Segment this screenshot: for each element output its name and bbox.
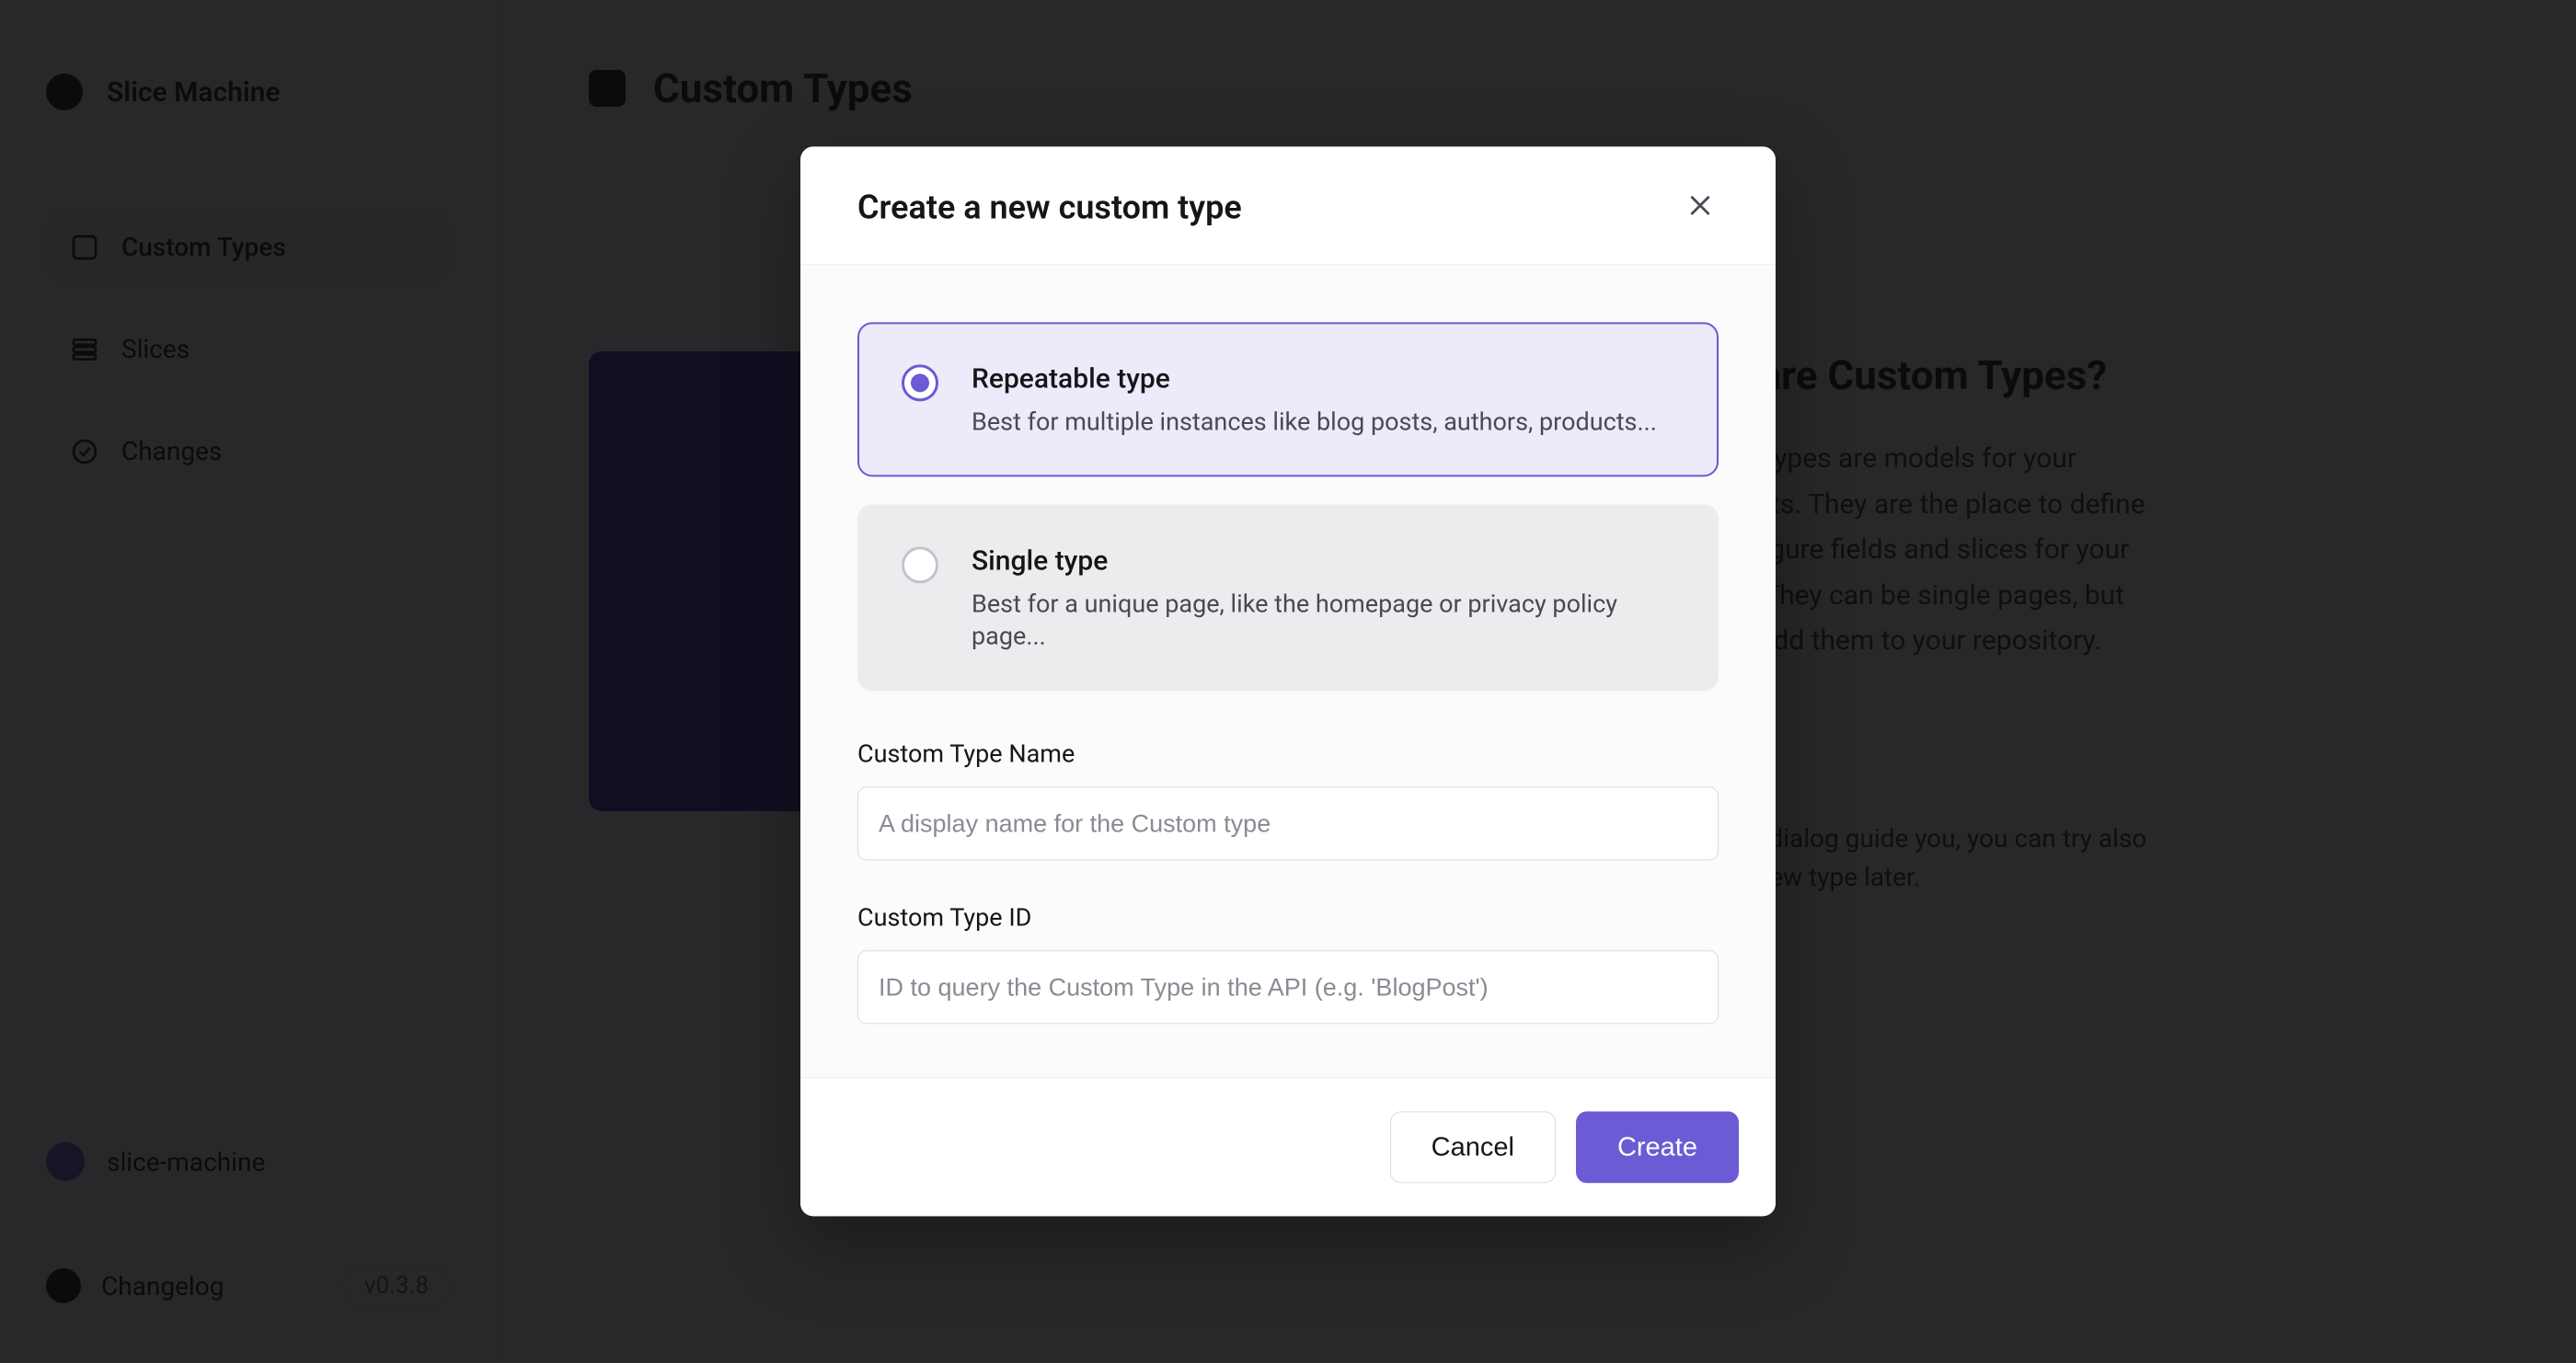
close-icon bbox=[1686, 191, 1714, 223]
modal-close-button[interactable] bbox=[1680, 187, 1720, 227]
type-option-repeatable[interactable]: Repeatable type Best for multiple instan… bbox=[857, 322, 1719, 476]
type-option-desc: Best for a unique page, like the homepag… bbox=[972, 588, 1674, 652]
type-option-single[interactable]: Single type Best for a unique page, like… bbox=[857, 504, 1719, 691]
modal-footer: Cancel Create bbox=[800, 1078, 1776, 1217]
field-custom-type-id: Custom Type ID bbox=[857, 903, 1719, 1025]
cancel-button[interactable]: Cancel bbox=[1390, 1112, 1556, 1184]
field-label: Custom Type Name bbox=[857, 739, 1719, 769]
radio-icon bbox=[902, 364, 938, 401]
radio-icon bbox=[902, 546, 938, 583]
type-option-desc: Best for multiple instances like blog po… bbox=[972, 406, 1657, 438]
field-label: Custom Type ID bbox=[857, 903, 1719, 933]
type-option-title: Repeatable type bbox=[972, 362, 1657, 395]
modal-header: Create a new custom type bbox=[800, 146, 1776, 265]
create-button[interactable]: Create bbox=[1576, 1112, 1739, 1184]
field-custom-type-name: Custom Type Name bbox=[857, 739, 1719, 861]
custom-type-id-input[interactable] bbox=[857, 951, 1719, 1025]
create-custom-type-modal: Create a new custom type Repeatable type… bbox=[800, 146, 1776, 1216]
modal-title: Create a new custom type bbox=[857, 188, 1242, 226]
modal-body: Repeatable type Best for multiple instan… bbox=[800, 265, 1776, 1077]
type-option-title: Single type bbox=[972, 544, 1674, 577]
custom-type-name-input[interactable] bbox=[857, 787, 1719, 861]
